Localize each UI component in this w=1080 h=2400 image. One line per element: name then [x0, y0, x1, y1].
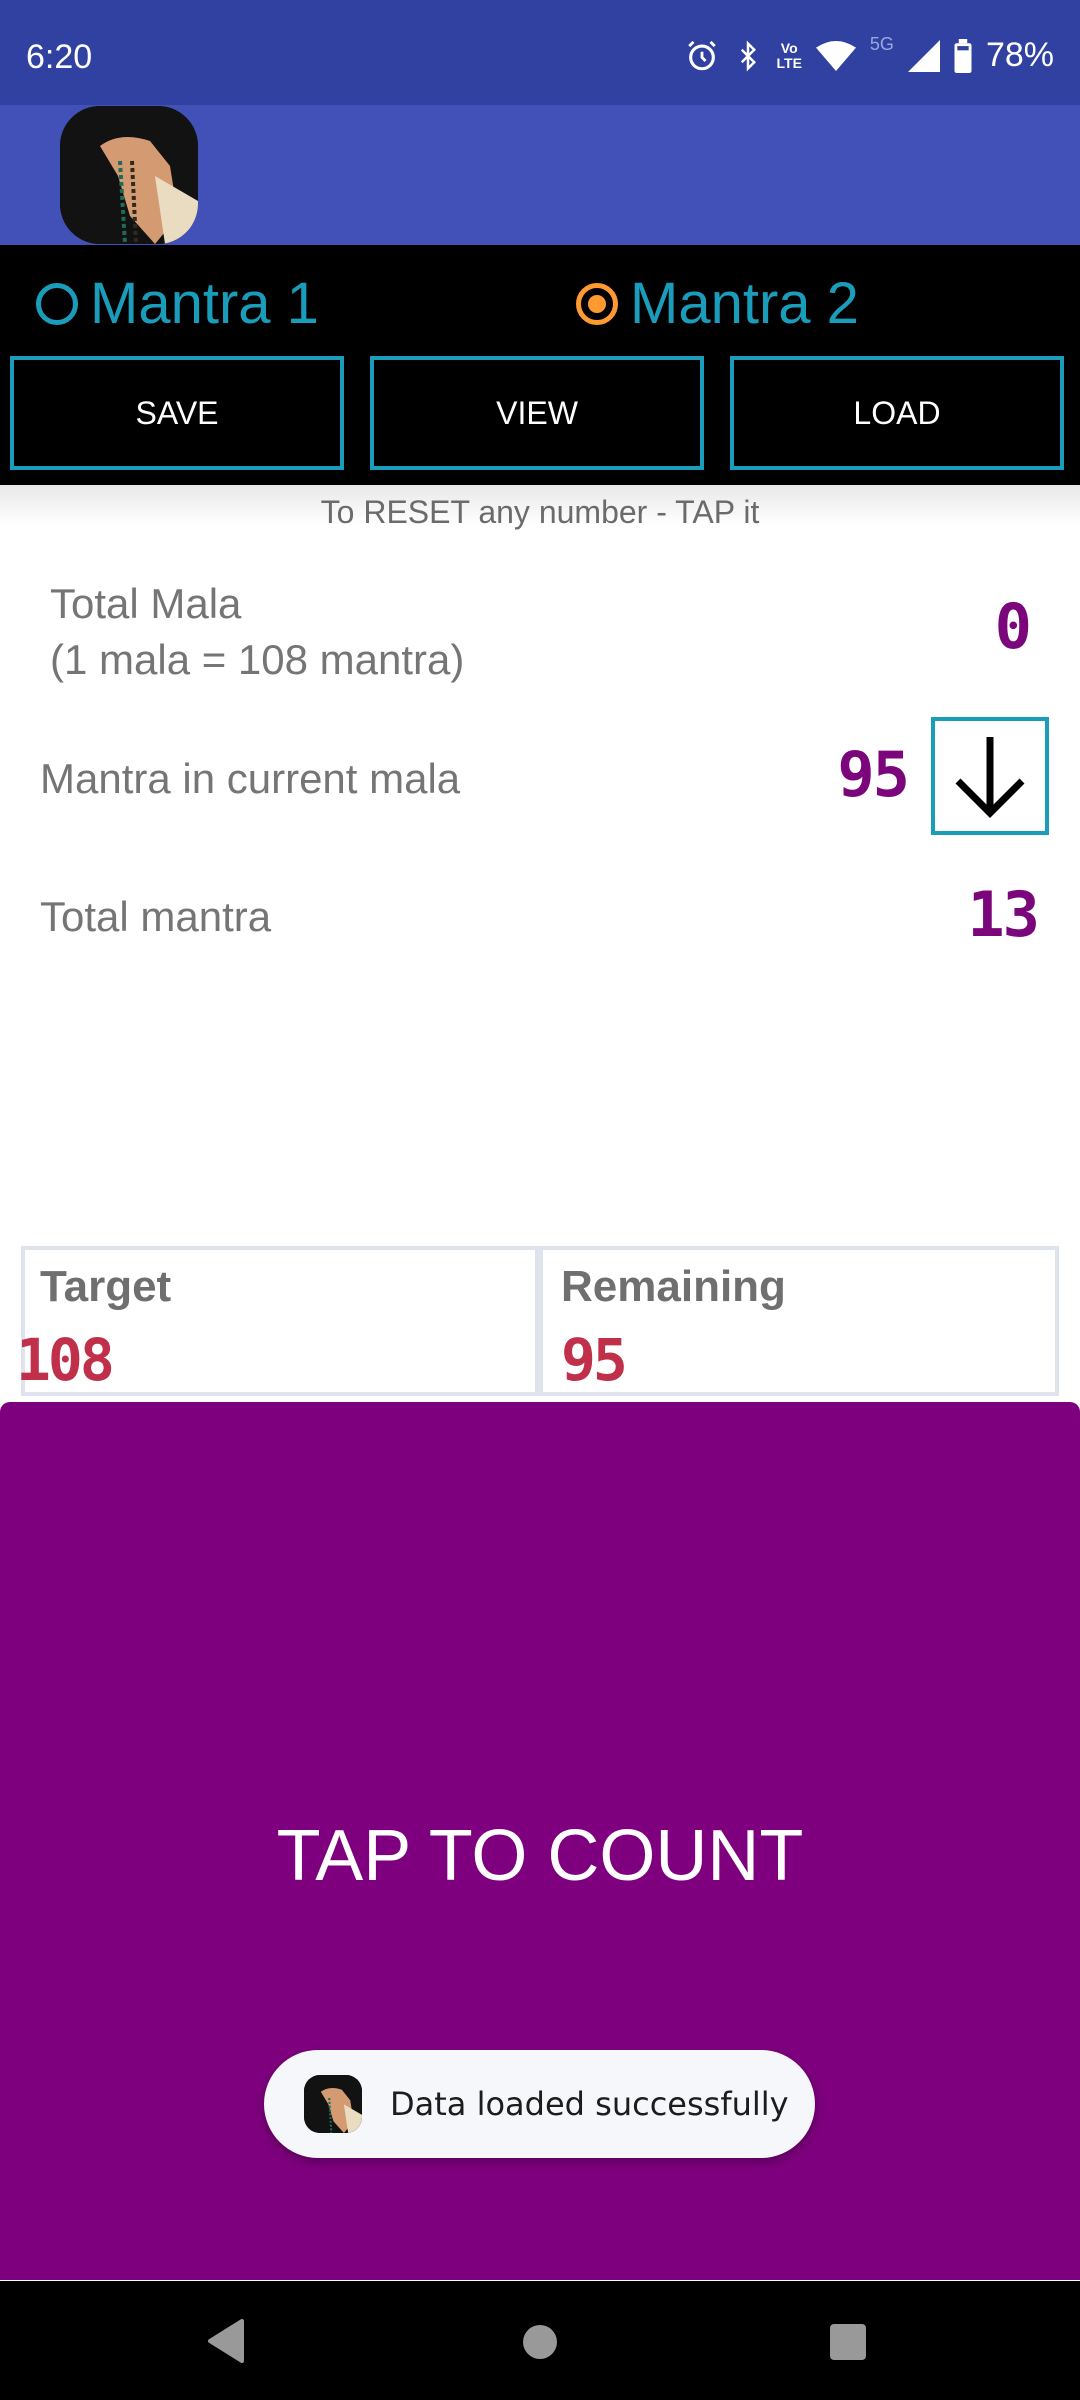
radio-unselected-icon[interactable]: [36, 282, 78, 325]
radio-mantra-1-label: Mantra 1: [90, 271, 319, 336]
mala-beads-hand-icon: [304, 2075, 362, 2133]
save-button[interactable]: SAVE: [10, 356, 344, 470]
recents-icon[interactable]: [829, 2323, 867, 2361]
status-bar: 6:20 Vo LTE 5G 78%: [0, 0, 1080, 105]
current-mala-value[interactable]: 95: [837, 738, 910, 811]
5g-icon: 5G: [869, 34, 894, 54]
load-button[interactable]: LOAD: [730, 356, 1064, 470]
reset-hint: To RESET any number - TAP it: [320, 494, 760, 530]
volte-bottom-text: LTE: [776, 54, 802, 71]
navigation-bar: [0, 2281, 1080, 2400]
bluetooth-icon: [740, 39, 756, 72]
alarm-icon: [687, 40, 716, 70]
volte-top-text: Vo: [780, 39, 798, 56]
status-icons: Vo LTE 5G 78%: [685, 34, 1054, 75]
app-icon: [304, 2075, 362, 2133]
app-logo: [60, 106, 198, 244]
remaining-label: Remaining: [561, 1262, 786, 1311]
target-label: Target: [40, 1262, 172, 1311]
total-mala-value[interactable]: 0: [995, 590, 1032, 663]
view-button[interactable]: VIEW: [370, 356, 704, 470]
target-value[interactable]: 108: [16, 1326, 115, 1394]
mala-beads-hand-icon: [60, 106, 198, 244]
total-mantra-value[interactable]: 13: [967, 878, 1040, 951]
volte-icon: Vo LTE: [776, 39, 802, 71]
battery-percent: 78%: [985, 36, 1054, 74]
wifi-icon: [815, 40, 856, 71]
total-mala-label: Total Mala: [50, 580, 242, 627]
radio-mantra-2-label: Mantra 2: [630, 271, 859, 336]
status-time: 6:20: [26, 38, 93, 76]
target-panel-divider: [535, 1246, 543, 1396]
radio-mantra-1[interactable]: Mantra 1: [36, 270, 319, 337]
battery-icon: [954, 38, 972, 73]
down-arrow-icon: [955, 737, 1025, 818]
radio-mantra-2[interactable]: Mantra 2: [576, 270, 859, 337]
home-icon[interactable]: [522, 2324, 558, 2360]
total-mantra-label: Total mantra: [40, 893, 272, 940]
tap-to-count-label: TAP TO COUNT: [276, 1816, 804, 1896]
count-direction-button[interactable]: [931, 717, 1049, 835]
current-mala-label: Mantra in current mala: [40, 755, 461, 802]
total-mala-sublabel: (1 mala = 108 mantra): [50, 636, 465, 683]
remaining-value: 95: [561, 1326, 628, 1394]
signal-icon: [907, 39, 940, 72]
radio-selected-icon[interactable]: [576, 282, 618, 325]
toast-message: Data loaded successfully: [390, 2085, 789, 2123]
back-icon[interactable]: [206, 2319, 246, 2363]
toast: Data loaded successfully: [264, 2050, 815, 2158]
